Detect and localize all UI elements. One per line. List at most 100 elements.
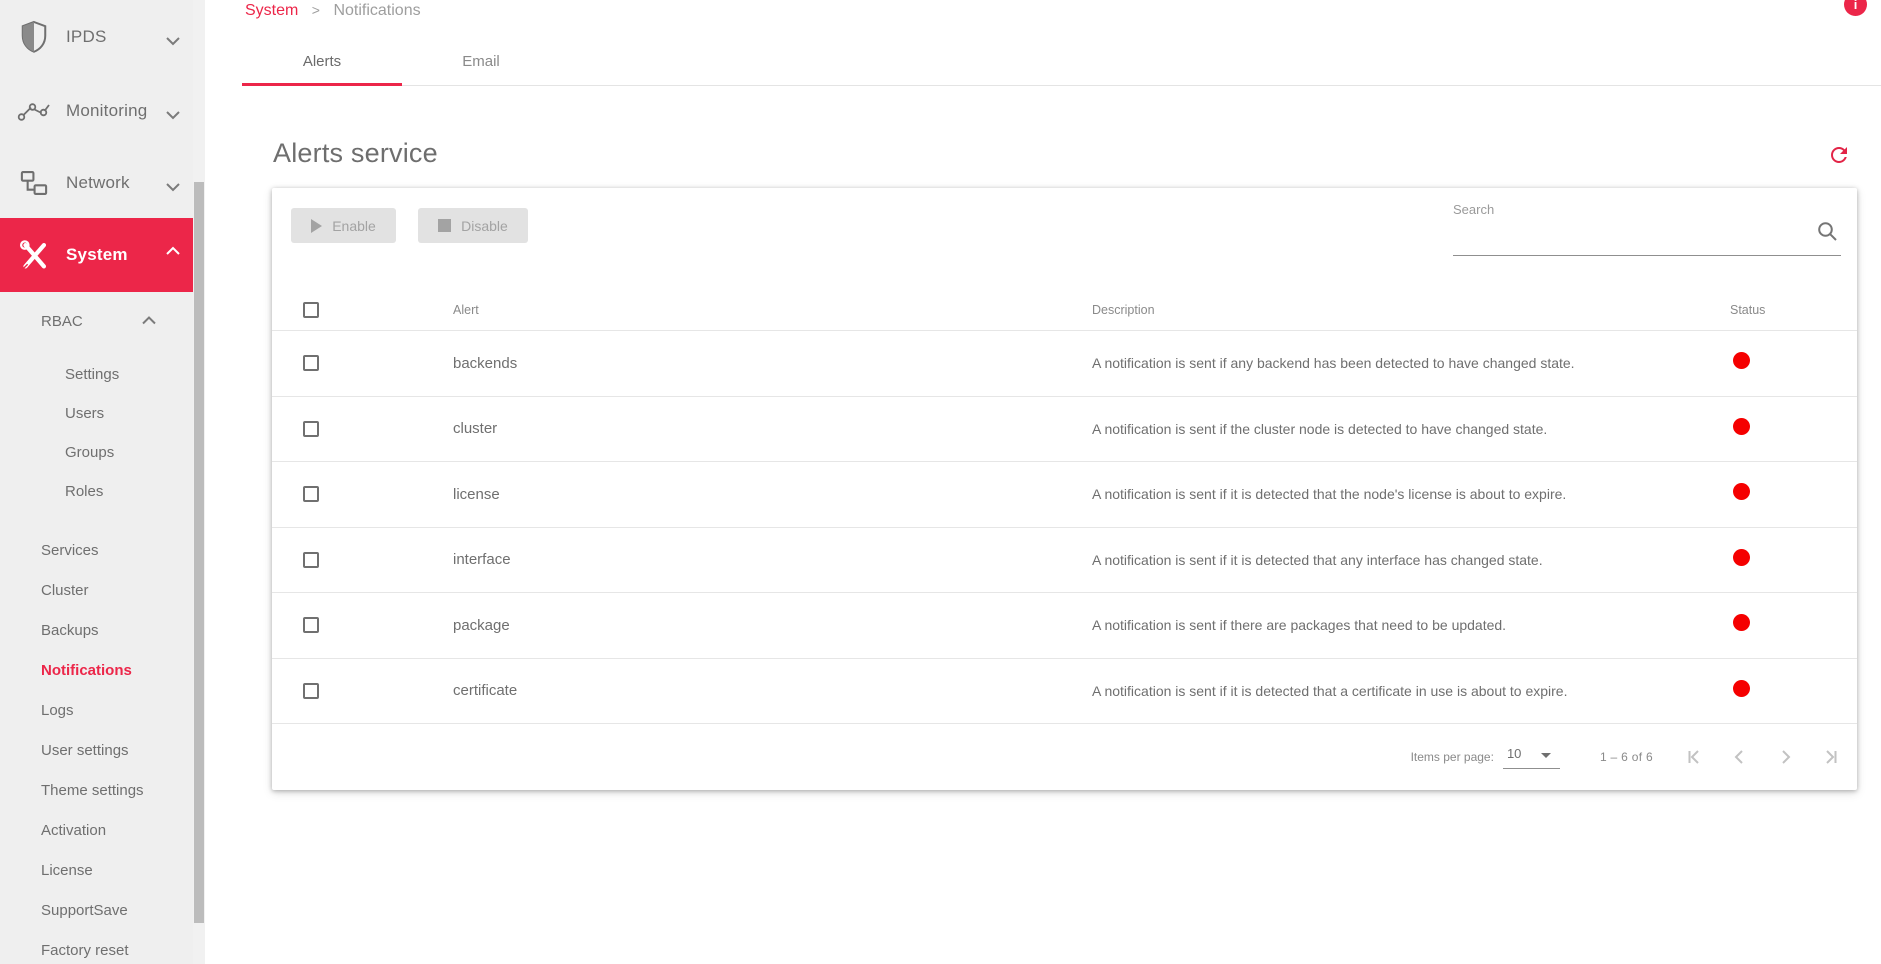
- items-per-page-select[interactable]: 10: [1502, 745, 1560, 769]
- paginator: Items per page: 10 1 – 6 of 6: [272, 723, 1857, 790]
- sidebar-item-network[interactable]: Network: [0, 148, 193, 218]
- alert-name: license: [453, 485, 500, 503]
- alert-description: A notification is sent if it is detected…: [1092, 682, 1568, 699]
- sidebar-item-label: Monitoring: [66, 101, 148, 120]
- sidebar-item-label: System: [66, 245, 128, 264]
- next-page-icon[interactable]: [1777, 749, 1793, 765]
- table-row[interactable]: backends A notification is sent if any b…: [272, 330, 1857, 396]
- column-header-alert: Alert: [453, 303, 479, 317]
- alert-description: A notification is sent if the cluster no…: [1092, 420, 1548, 437]
- active-tab-underline: [242, 83, 402, 86]
- sidebar-item-users[interactable]: Users: [65, 404, 104, 424]
- chevron-down-icon: [166, 33, 180, 46]
- alert-name: certificate: [453, 682, 518, 700]
- breadcrumb-system-link[interactable]: System: [245, 2, 298, 19]
- chevron-up-icon: [166, 246, 180, 260]
- sidebar-item-notifications[interactable]: Notifications: [41, 661, 132, 681]
- items-per-page-value: 10: [1506, 745, 1522, 761]
- row-checkbox[interactable]: [303, 551, 319, 568]
- last-page-icon[interactable]: [1822, 749, 1838, 765]
- alert-description: A notification is sent if it is detected…: [1092, 551, 1543, 568]
- page-range-label: 1 – 6 of 6: [1599, 750, 1653, 764]
- tab-alerts[interactable]: Alerts: [242, 40, 402, 83]
- info-icon[interactable]: i: [1844, 0, 1867, 16]
- status-dot: [1733, 679, 1750, 697]
- table-row[interactable]: package A notification is sent if there …: [272, 592, 1857, 658]
- activity-icon: [17, 94, 51, 128]
- sidebar-item-settings[interactable]: Settings: [65, 365, 119, 385]
- previous-page-icon[interactable]: [1732, 749, 1748, 765]
- alert-description: A notification is sent if any backend ha…: [1092, 355, 1575, 372]
- sidebar-item-backups[interactable]: Backups: [41, 621, 99, 641]
- dropdown-arrow-icon: [1541, 752, 1552, 758]
- search-label: Search: [1453, 202, 1495, 217]
- status-dot: [1733, 417, 1750, 435]
- alert-name: interface: [453, 551, 511, 569]
- refresh-icon[interactable]: [1827, 143, 1851, 167]
- alert-name: cluster: [453, 420, 498, 438]
- status-dot: [1733, 483, 1750, 501]
- sidebar-item-license[interactable]: License: [41, 861, 93, 881]
- table-row[interactable]: license A notification is sent if it is …: [272, 461, 1857, 527]
- status-dot: [1733, 614, 1750, 632]
- chevron-up-icon: [142, 312, 156, 325]
- sidebar-item-rbac[interactable]: RBAC: [41, 312, 83, 332]
- tools-icon: [17, 238, 51, 272]
- sidebar-item-factory-reset[interactable]: Factory reset: [41, 941, 129, 961]
- pager-controls: [1687, 749, 1838, 765]
- sidebar: IPDS Monitoring Network System RBAC Sett…: [0, 0, 193, 964]
- table-row[interactable]: cluster A notification is sent if the cl…: [272, 395, 1857, 462]
- row-checkbox[interactable]: [303, 420, 319, 437]
- play-icon: [311, 218, 323, 233]
- chevron-down-icon: [166, 107, 180, 120]
- sidebar-scrollbar-thumb[interactable]: [194, 182, 204, 923]
- select-all-checkbox[interactable]: [303, 302, 319, 318]
- sidebar-item-groups[interactable]: Groups: [65, 443, 114, 463]
- alert-description: A notification is sent if there are pack…: [1092, 617, 1507, 634]
- search-input[interactable]: [1453, 220, 1841, 256]
- sidebar-item-cluster[interactable]: Cluster: [41, 581, 89, 601]
- column-header-description: Description: [1092, 303, 1155, 317]
- table-row[interactable]: interface A notification is sent if it i…: [272, 526, 1857, 593]
- row-checkbox[interactable]: [303, 486, 319, 503]
- breadcrumb: System > Notifications: [245, 2, 421, 20]
- sidebar-item-system[interactable]: System: [0, 218, 193, 292]
- sidebar-scrollbar[interactable]: [193, 0, 205, 964]
- items-per-page-label: Items per page:: [1410, 750, 1494, 764]
- alerts-service-card: Enable Disable Search Alert Description …: [272, 188, 1857, 790]
- sidebar-item-services[interactable]: Services: [41, 541, 99, 561]
- enable-button[interactable]: Enable: [291, 208, 396, 243]
- alert-name: package: [453, 616, 510, 634]
- sidebar-item-activation[interactable]: Activation: [41, 821, 106, 841]
- table-row[interactable]: certificate A notification is sent if it…: [272, 657, 1857, 724]
- stop-icon: [438, 219, 452, 232]
- sidebar-item-logs[interactable]: Logs: [41, 701, 74, 721]
- alert-description: A notification is sent if it is detected…: [1092, 486, 1567, 503]
- sidebar-item-ipds[interactable]: IPDS: [0, 0, 193, 74]
- sidebar-item-user-settings[interactable]: User settings: [41, 741, 129, 761]
- column-header-status: Status: [1730, 303, 1766, 317]
- row-checkbox[interactable]: [303, 682, 319, 699]
- enable-button-label: Enable: [332, 217, 376, 234]
- sidebar-item-label: IPDS: [66, 27, 107, 46]
- sidebar-item-monitoring[interactable]: Monitoring: [0, 74, 193, 148]
- shield-icon: [17, 20, 51, 54]
- sidebar-item-supportsave[interactable]: SupportSave: [41, 901, 128, 921]
- alert-name: backends: [453, 354, 518, 372]
- network-icon: [17, 166, 51, 200]
- chevron-down-icon: [166, 179, 180, 192]
- status-dot: [1733, 548, 1750, 566]
- first-page-icon[interactable]: [1687, 749, 1703, 765]
- row-checkbox[interactable]: [303, 355, 319, 372]
- table-header-row: Alert Description Status: [272, 290, 1857, 330]
- disable-button[interactable]: Disable: [418, 208, 528, 243]
- sidebar-item-roles[interactable]: Roles: [65, 482, 103, 502]
- disable-button-label: Disable: [461, 217, 508, 234]
- sidebar-item-theme-settings[interactable]: Theme settings: [41, 781, 144, 801]
- breadcrumb-current: Notifications: [333, 2, 421, 19]
- tabs-divider: [242, 85, 1881, 86]
- row-checkbox[interactable]: [303, 617, 319, 634]
- tab-email[interactable]: Email: [402, 40, 560, 83]
- status-dot: [1733, 352, 1750, 370]
- search-icon[interactable]: [1816, 220, 1840, 244]
